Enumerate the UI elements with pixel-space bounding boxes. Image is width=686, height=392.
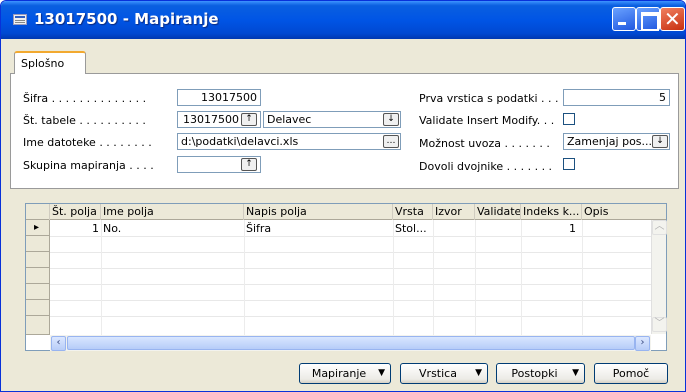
scroll-up-icon[interactable]: ︿ <box>652 220 667 235</box>
tab-label: Splošno <box>21 57 65 70</box>
prva-vrstica-field[interactable]: 5 <box>563 89 670 106</box>
cell-opis[interactable] <box>582 221 651 236</box>
col-izvor[interactable]: Izvor <box>433 204 475 220</box>
moznost-uvoza-label: Možnost uvoza . . . . . . . <box>419 137 550 150</box>
vertical-scrollbar[interactable]: ︿ ﹀ <box>651 220 667 334</box>
row-selector[interactable]: ▸ <box>26 220 50 236</box>
sifra-label: Šifra . . . . . . . . . . . . . . <box>23 92 147 105</box>
cell-napis-polja[interactable]: Šifra <box>244 221 393 236</box>
chevron-down-icon: ▼ <box>572 368 579 378</box>
file-assist-icon[interactable]: … <box>383 135 399 148</box>
title-bar[interactable]: 13017500 - Mapiranje ✕ <box>1 1 685 39</box>
mapping-window: 13017500 - Mapiranje ✕ Splošno Šifra . .… <box>0 0 686 392</box>
grid-line <box>50 252 652 253</box>
sifra-field[interactable]: 13017500 <box>177 89 261 106</box>
horizontal-scrollbar[interactable]: ‹ › <box>50 335 651 351</box>
table-name-dropdown-icon[interactable]: ↓ <box>383 113 399 126</box>
mapiranje-button[interactable]: Mapiranje ▼ <box>299 363 391 384</box>
table-name-field[interactable]: Delavec <box>263 111 401 128</box>
cell-indeks[interactable]: 1 <box>521 221 578 236</box>
grid-col-line <box>475 220 476 335</box>
close-button[interactable]: ✕ <box>660 7 685 31</box>
validate-insert-modify-checkbox[interactable] <box>563 113 575 125</box>
row-selector[interactable] <box>26 268 50 284</box>
maximize-button[interactable] <box>636 7 660 31</box>
cell-validate[interactable] <box>475 221 521 236</box>
chevron-down-icon: ▼ <box>378 368 385 378</box>
grid-line <box>50 268 652 269</box>
skupina-mapiranja-label: Skupina mapiranja . . . . <box>23 159 154 172</box>
ime-datoteke-field[interactable]: d:\podatki\delavci.xls <box>177 133 401 150</box>
tab-splosno[interactable]: Splošno <box>14 51 86 74</box>
postopki-button-label: Postopki <box>511 367 558 380</box>
minimize-button[interactable] <box>612 7 636 31</box>
st-tabele-label: Št. tabele . . . . . . . . . . <box>23 114 146 127</box>
postopki-button[interactable]: Postopki ▼ <box>496 363 585 384</box>
mapiranje-button-label: Mapiranje <box>311 367 367 380</box>
grid-line <box>50 300 652 301</box>
dovoli-dvojnike-label: Dovoli dvojnike . . . . . . . <box>419 160 553 173</box>
validate-insert-modify-label: Validate Insert Modify. . . <box>419 114 555 127</box>
cell-st-polja[interactable]: 1 <box>50 221 101 236</box>
grid-col-line <box>521 220 522 335</box>
row-selector[interactable] <box>26 300 50 316</box>
mapping-lines-grid[interactable]: Št. polja Ime polja Napis polja Vrsta Iz… <box>25 203 667 351</box>
row-selector[interactable] <box>26 252 50 268</box>
current-row-icon: ▸ <box>34 222 40 233</box>
vrstica-button-label: Vrstica <box>419 367 457 380</box>
window-title: 13017500 - Mapiranje <box>34 10 219 28</box>
row-selector[interactable] <box>26 284 50 300</box>
col-vrsta[interactable]: Vrsta <box>393 204 433 220</box>
header-corner <box>26 204 50 220</box>
form-icon <box>13 14 27 25</box>
grid-line <box>50 316 652 317</box>
row-selector[interactable] <box>26 236 50 252</box>
cell-ime-polja[interactable]: No. <box>101 221 244 236</box>
ime-datoteke-label: Ime datoteke . . . . . . . . <box>23 136 152 149</box>
col-validate[interactable]: Validate <box>475 204 521 220</box>
grid-line <box>50 236 652 237</box>
dovoli-dvojnike-checkbox[interactable] <box>563 158 575 170</box>
grid-header: Št. polja Ime polja Napis polja Vrsta Iz… <box>26 204 666 220</box>
cell-vrsta[interactable]: Stol... <box>393 221 433 236</box>
st-tabele-lookup-icon[interactable]: ↑ <box>241 113 257 126</box>
col-napis-polja[interactable]: Napis polja <box>244 204 393 220</box>
cell-izvor[interactable] <box>433 221 475 236</box>
moznost-uvoza-dropdown-icon[interactable]: ↓ <box>652 135 668 148</box>
pomoc-button[interactable]: Pomoč <box>594 363 668 384</box>
grid-col-line <box>433 220 434 335</box>
grid-col-line <box>393 220 394 335</box>
grid-col-line <box>101 220 102 335</box>
vrstica-button[interactable]: Vrstica ▼ <box>400 363 488 384</box>
scroll-right-icon[interactable]: › <box>635 336 650 351</box>
chevron-down-icon: ▼ <box>475 368 482 378</box>
col-st-polja[interactable]: Št. polja <box>50 204 101 220</box>
skupina-lookup-icon[interactable]: ↑ <box>241 158 257 171</box>
pomoc-button-label: Pomoč <box>612 367 650 380</box>
close-icon: ✕ <box>664 7 681 31</box>
grid-col-line <box>244 220 245 335</box>
prva-vrstica-label: Prva vrstica s podatki . . . <box>419 92 559 105</box>
scroll-left-icon[interactable]: ‹ <box>51 336 66 351</box>
horizontal-scroll-thumb[interactable] <box>67 336 635 350</box>
col-opis[interactable]: Opis <box>582 204 666 220</box>
row-selector[interactable] <box>26 316 50 335</box>
grid-line <box>50 284 652 285</box>
grid-col-line <box>582 220 583 335</box>
col-indeks[interactable]: Indeks k... <box>521 204 582 220</box>
scroll-down-icon[interactable]: ﹀ <box>652 317 667 332</box>
col-ime-polja[interactable]: Ime polja <box>101 204 244 220</box>
